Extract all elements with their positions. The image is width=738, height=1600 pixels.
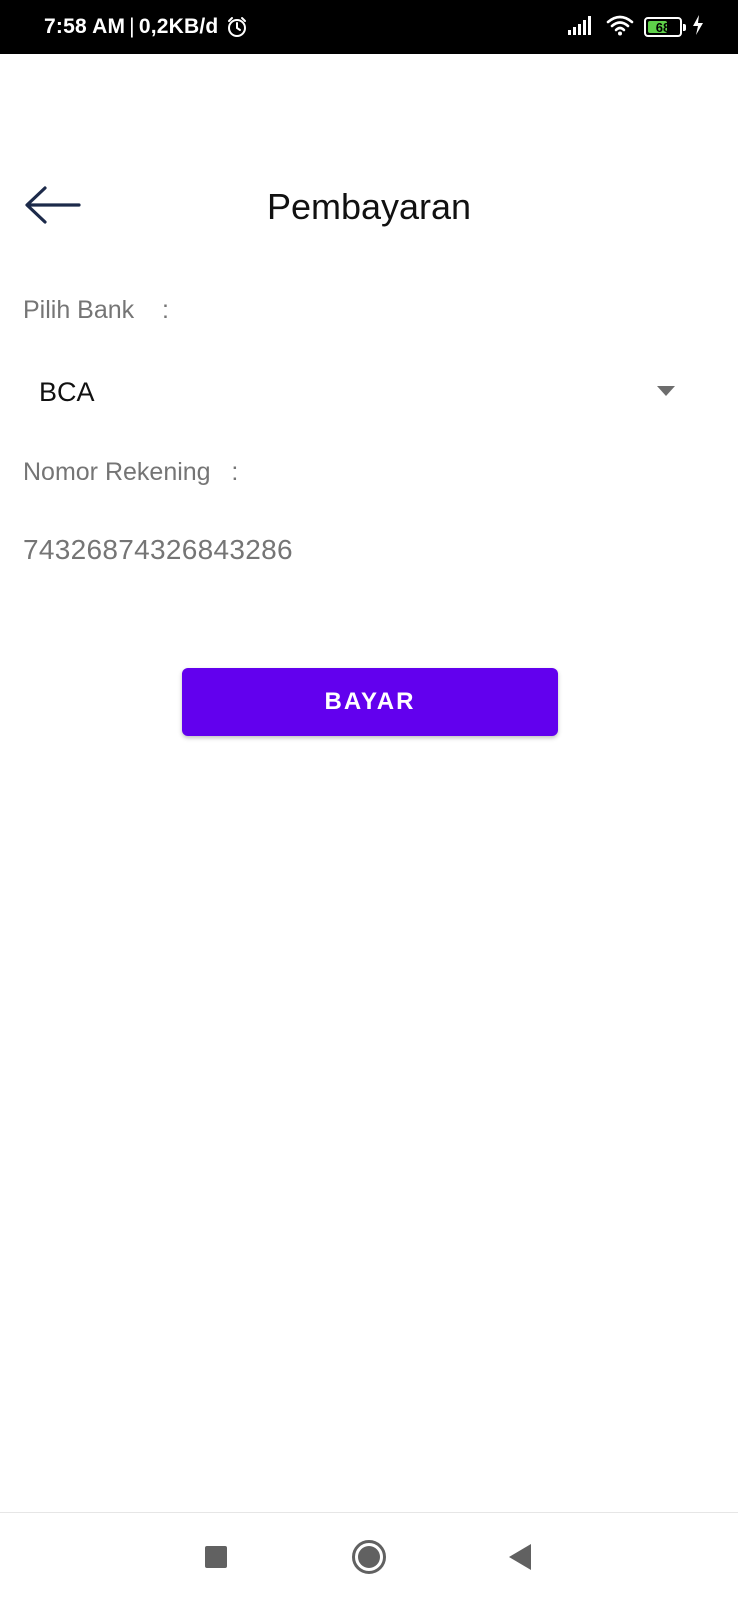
charging-icon xyxy=(692,14,704,40)
status-time: 7:58 AM xyxy=(44,15,126,38)
recents-button[interactable] xyxy=(176,1513,256,1600)
battery-level: 68 xyxy=(655,19,671,35)
bank-select[interactable]: BCA xyxy=(23,360,693,424)
back-icon xyxy=(509,1544,531,1570)
home-icon xyxy=(352,1540,386,1574)
payment-screen: 7:58 AM | 0,2KB/d 68 Pembayaran Pilih Ba… xyxy=(0,0,738,1600)
system-back-button[interactable] xyxy=(480,1513,560,1600)
battery-icon: 68 xyxy=(644,17,686,37)
alarm-icon xyxy=(226,16,248,38)
home-button[interactable] xyxy=(329,1513,409,1600)
status-bar: 7:58 AM | 0,2KB/d 68 xyxy=(0,0,738,54)
dropdown-arrow-icon xyxy=(657,386,675,396)
page-title: Pembayaran xyxy=(266,186,472,227)
account-label: Nomor Rekening : xyxy=(23,458,239,486)
status-data-rate: 0,2KB/d xyxy=(138,15,219,38)
navigation-bar xyxy=(0,1512,738,1600)
account-number: 74326874326843286 xyxy=(23,534,293,565)
status-separator: | xyxy=(129,15,135,38)
home-icon-inner xyxy=(358,1546,380,1568)
back-button[interactable] xyxy=(22,182,82,232)
battery-tip xyxy=(683,24,686,31)
pay-button[interactable]: BAYAR xyxy=(182,668,558,736)
signal-icon xyxy=(568,15,596,40)
bank-label: Pilih Bank : xyxy=(23,296,169,324)
arrow-left-icon xyxy=(23,185,81,230)
bank-select-value: BCA xyxy=(39,377,95,407)
status-left: 7:58 AM | 0,2KB/d xyxy=(44,0,248,54)
recents-icon xyxy=(205,1546,227,1568)
status-right: 68 xyxy=(568,0,704,54)
wifi-icon xyxy=(606,14,634,41)
